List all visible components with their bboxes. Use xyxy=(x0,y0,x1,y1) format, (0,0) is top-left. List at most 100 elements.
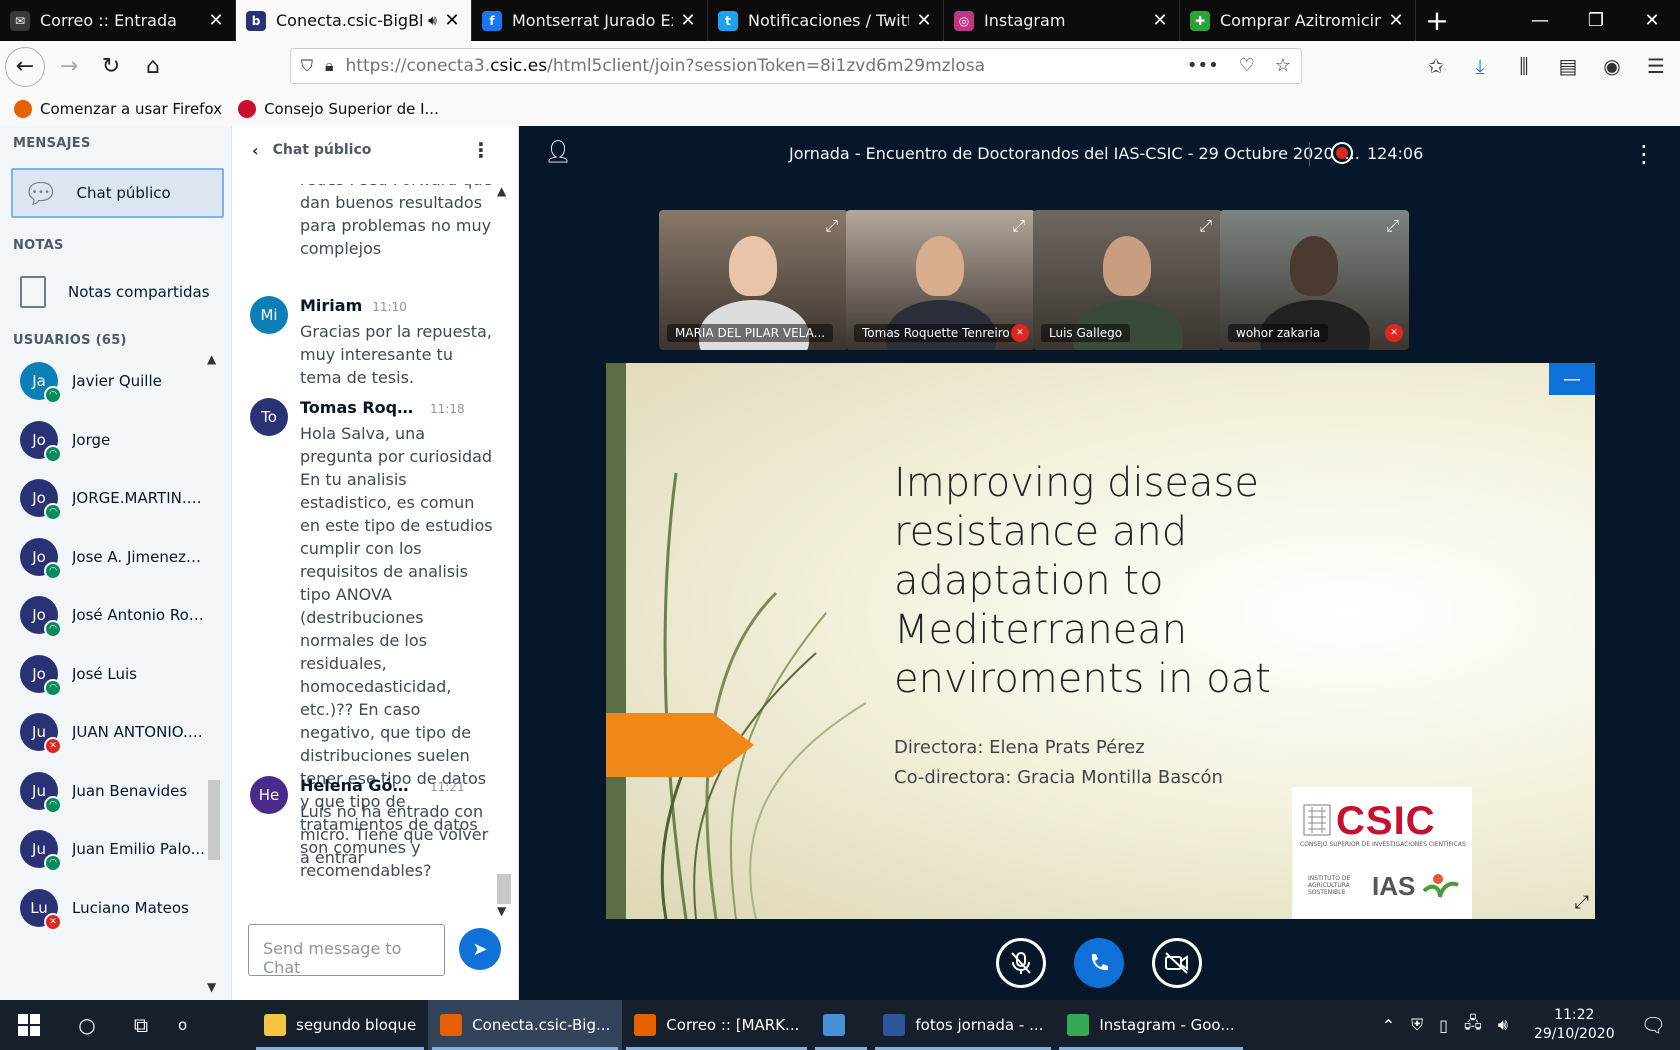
browser-tab[interactable]: ✚ Comprar Azitromicina sin receta ✕ xyxy=(1180,0,1416,41)
notes-heading: NOTAS xyxy=(13,238,64,253)
chat-scroll-thumb[interactable] xyxy=(497,874,511,904)
expand-video-icon[interactable]: ⤢ xyxy=(1199,216,1212,236)
close-window-icon[interactable]: ✕ xyxy=(1624,0,1680,41)
minimize-icon[interactable]: — xyxy=(1512,0,1568,41)
network-icon[interactable]: 🖧︎ xyxy=(1464,1012,1482,1039)
shared-notes-entry[interactable]: Notas compartidas xyxy=(20,276,210,308)
taskbar-app[interactable]: Instagram - Goo... xyxy=(1055,1000,1246,1050)
restore-icon[interactable]: ❐ xyxy=(1568,0,1624,41)
chat-scroll-down-icon[interactable]: ▼ xyxy=(497,904,506,918)
page-actions-icon[interactable]: ••• xyxy=(1187,55,1219,76)
home-icon[interactable]: ⌂ xyxy=(135,49,171,85)
forward-arrow-icon[interactable]: → xyxy=(51,49,87,85)
lock-icon[interactable]: 🔒︎ xyxy=(325,56,334,76)
user-list-item[interactable]: Ju ◠ Juan Benavides xyxy=(20,771,205,814)
taskbar-app-label: Instagram - Goo... xyxy=(1099,1016,1235,1034)
downloads-icon[interactable]: ⤓ xyxy=(1466,50,1494,82)
user-list-item[interactable]: Jo ◠ Jorge xyxy=(20,420,205,463)
camera-off-icon xyxy=(1165,952,1188,974)
user-list-item[interactable]: Ja ◠ Javier Quille xyxy=(20,362,205,404)
volume-icon[interactable]: 🔊︎ xyxy=(1498,1015,1508,1035)
user-list-item[interactable]: Ju ◠ Juan Emilio Palo... xyxy=(20,830,205,872)
user-list-item[interactable]: Lu ✕ Luciano Mateos xyxy=(20,888,205,931)
chevron-up-icon[interactable]: ⌃ xyxy=(1382,1016,1395,1035)
video-tile[interactable]: ⤢ Luis Gallego xyxy=(1033,210,1222,350)
user-list-scrollbar[interactable]: ▲ ▼ xyxy=(205,350,225,1000)
user-list-item[interactable]: Ju ✕ JUAN ANTONIO.N... xyxy=(20,713,205,755)
microphone-muted-button[interactable] xyxy=(996,938,1046,988)
tab-close-icon[interactable]: ✕ xyxy=(1387,10,1405,31)
browser-tab[interactable]: f Montserrat Jurado Expósito ✕ xyxy=(472,0,708,41)
fullscreen-icon[interactable]: ⤢ xyxy=(1575,892,1589,913)
clock[interactable]: 11:22 29/10/2020 xyxy=(1534,1006,1615,1044)
tab-close-icon[interactable]: ✕ xyxy=(443,10,461,31)
menu-icon[interactable]: ☰ xyxy=(1642,50,1670,82)
public-chat-entry[interactable]: 💬︎ Chat público xyxy=(11,168,224,218)
chevron-left-icon[interactable]: ‹ xyxy=(252,141,259,160)
chat-message-input[interactable]: Send message to Chat xyxy=(248,924,445,977)
tab-audio-icon[interactable]: 🔊︎ xyxy=(428,13,437,29)
browser-tab[interactable]: t Notificaciones / Twitter ✕ xyxy=(708,0,944,41)
account-icon[interactable]: ◉ xyxy=(1598,50,1626,82)
tab-close-icon[interactable]: ✕ xyxy=(915,10,933,31)
send-message-button[interactable]: ➤ xyxy=(459,928,501,970)
bookmark-star-icon[interactable]: ☆ xyxy=(1275,55,1291,76)
search-box[interactable]: o xyxy=(166,1000,252,1050)
tab-close-icon[interactable]: ✕ xyxy=(207,10,225,31)
expand-video-icon[interactable]: ⤢ xyxy=(1386,216,1399,236)
taskbar-app[interactable]: Conecta.csic-Big... xyxy=(428,1000,623,1050)
bookmark-item[interactable]: Consejo Superior de I... xyxy=(238,100,439,118)
address-bar[interactable]: ⛉ 🔒︎ https://conecta3. csic.es/html5clien… xyxy=(290,48,1302,84)
sidebar-toggle-icon[interactable]: ▤ xyxy=(1554,50,1582,82)
bookmarks-star-icon[interactable]: ✩ xyxy=(1422,50,1450,82)
notifications-icon[interactable]: 🗨︎ xyxy=(1641,1013,1666,1037)
user-list-item[interactable]: Jo ◠ José Antonio Rod... xyxy=(20,596,205,638)
new-tab-button[interactable]: + xyxy=(1416,0,1458,41)
usb-device-icon[interactable]: ▯ xyxy=(1439,1016,1448,1035)
task-view-icon[interactable]: ⧉ xyxy=(116,1000,166,1050)
start-button[interactable] xyxy=(0,1000,58,1050)
taskbar-app[interactable] xyxy=(811,1000,871,1050)
cortana-search-icon[interactable]: ○ xyxy=(58,1000,116,1050)
scroll-up-arrow-icon[interactable]: ▲ xyxy=(207,352,216,366)
taskbar-app[interactable]: segundo bloque xyxy=(252,1000,428,1050)
minimize-presentation-button[interactable]: — xyxy=(1549,363,1595,395)
expand-video-icon[interactable]: ⤢ xyxy=(825,216,838,236)
user-list-item[interactable]: Jo ◠ JORGE.MARTIN.B... xyxy=(20,479,205,521)
user-list-item[interactable]: Jo ◠ Jose A. Jimenez-... xyxy=(20,537,205,580)
user-list-item[interactable]: Jo ◠ José Luis xyxy=(20,654,205,697)
video-tile[interactable]: ⤢ Tomas Roquette Tenreiro ✕ xyxy=(846,210,1035,350)
chat-options-icon[interactable]: ⋮ xyxy=(471,138,491,162)
expand-video-icon[interactable]: ⤢ xyxy=(1012,216,1025,236)
library-icon[interactable]: ⫼ xyxy=(1510,50,1538,82)
leave-audio-button[interactable] xyxy=(1074,938,1124,988)
chat-scrollbar[interactable]: ▲ ▼ xyxy=(494,184,514,919)
recording-icon[interactable] xyxy=(1331,142,1353,164)
url-prefix: https://conecta3. xyxy=(345,56,491,76)
ias-logo: IAS xyxy=(1372,871,1416,901)
camera-off-button[interactable] xyxy=(1152,938,1202,988)
browser-tab[interactable]: ◎ Instagram ✕ xyxy=(944,0,1180,41)
bookmark-item[interactable]: Comenzar a usar Firefox xyxy=(14,100,222,118)
security-shield-icon[interactable]: ⛨ xyxy=(1411,1015,1423,1035)
participant-face xyxy=(729,236,777,296)
taskbar-app[interactable]: Correo :: [MARK... xyxy=(622,1000,811,1050)
reload-icon[interactable]: ↻ xyxy=(93,49,129,85)
tab-close-icon[interactable]: ✕ xyxy=(1151,10,1169,31)
taskbar-app[interactable]: fotos jornada - ... xyxy=(871,1000,1055,1050)
video-tile[interactable]: ⤢ MARIA DEL PILAR VELA... xyxy=(659,210,848,350)
chat-scroll-up-icon[interactable]: ▲ xyxy=(497,184,506,198)
pocket-icon[interactable]: ♡ xyxy=(1239,55,1255,76)
browser-tab[interactable]: b Conecta.csic-BigBlueButton 🔊︎ ✕ xyxy=(236,0,472,41)
back-arrow-icon[interactable]: ← xyxy=(5,46,45,87)
scroll-down-arrow-icon[interactable]: ▼ xyxy=(207,980,216,994)
chat-title: Chat público xyxy=(272,142,372,158)
options-menu-icon[interactable]: ⋮ xyxy=(1632,140,1656,168)
scroll-thumb[interactable] xyxy=(208,780,220,860)
user-name: José Antonio Rod... xyxy=(72,606,205,624)
user-list-toggle-icon[interactable]: 👤︎ xyxy=(544,140,572,165)
tab-close-icon[interactable]: ✕ xyxy=(679,10,697,31)
video-tile[interactable]: ⤢ wohor zakaria ✕ xyxy=(1220,210,1409,350)
shield-icon[interactable]: ⛉ xyxy=(301,56,313,76)
browser-tab[interactable]: ✉ Correo :: Entrada ✕ xyxy=(0,0,236,41)
